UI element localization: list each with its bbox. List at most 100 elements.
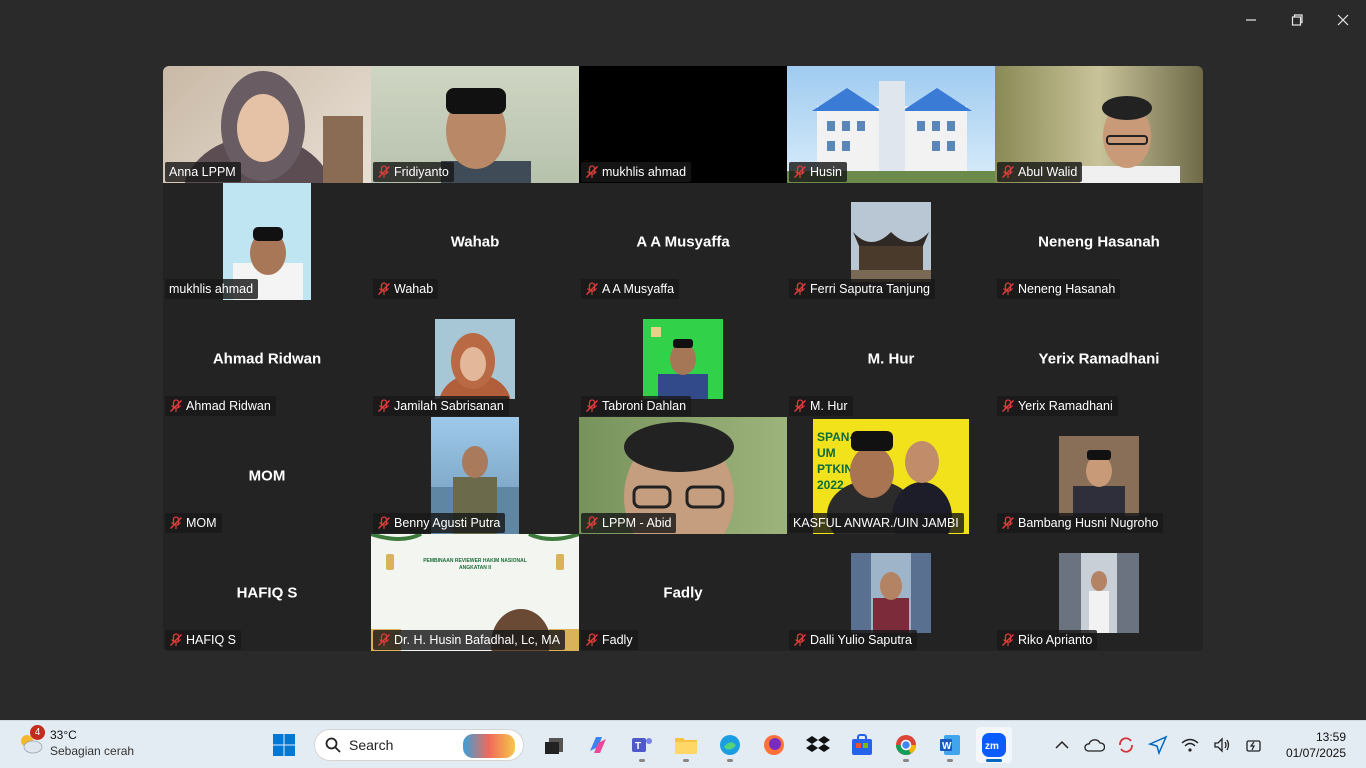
participant-tile[interactable]: LPPM - Abid [579,417,787,534]
taskbar-apps: Search T W zm [262,727,1016,763]
participant-name-label: Fadly [581,630,638,650]
participant-tile[interactable]: mukhlis ahmad [163,183,371,300]
mic-muted-icon [1001,399,1015,413]
mic-muted-icon [377,633,391,647]
firefox-button[interactable] [756,727,792,763]
task-view-button[interactable] [536,727,572,763]
participant-display-name: Fadly [663,584,703,601]
mic-muted-icon [169,399,183,413]
participant-name: Yerix Ramadhani [1018,399,1113,413]
wifi-button[interactable] [1174,729,1206,761]
participant-tile[interactable]: MOM MOM [163,417,371,534]
edge-button[interactable] [712,727,748,763]
participant-name-label: Husin [789,162,847,182]
svg-text:UM: UM [817,446,836,460]
participant-name: Jamilah Sabrisanan [394,399,504,413]
participant-name-label: Neneng Hasanah [997,279,1121,299]
participant-tile[interactable]: A A Musyaffa A A Musyaffa [579,183,787,300]
participant-tile[interactable]: Benny Agusti Putra [371,417,579,534]
participant-name: mukhlis ahmad [602,165,687,179]
weather-widget[interactable]: 4 33°C Sebagian cerah [16,725,134,759]
word-button[interactable]: W [932,727,968,763]
teams-button[interactable]: T [624,727,660,763]
participant-name-label: KASFUL ANWAR./UIN JAMBI [789,513,964,533]
svg-text:PTKIN: PTKIN [817,462,853,476]
search-box[interactable]: Search [314,729,524,761]
edge-icon [720,735,740,755]
participant-tile[interactable]: Neneng Hasanah Neneng Hasanah [995,183,1203,300]
participant-name-label: Bambang Husni Nugroho [997,513,1164,533]
mic-muted-icon [1001,516,1015,530]
participant-tile[interactable]: Yerix Ramadhani Yerix Ramadhani [995,300,1203,417]
chrome-button[interactable] [888,727,924,763]
close-icon [1337,14,1349,26]
participant-tile[interactable]: Ferri Saputra Tanjung [787,183,995,300]
search-highlight-art [463,734,515,758]
mic-muted-icon [585,399,599,413]
onedrive-button[interactable] [1078,729,1110,761]
participant-name: Ferri Saputra Tanjung [810,282,930,296]
cloud-icon [1084,739,1105,752]
start-button[interactable] [266,727,302,763]
participant-name: Bambang Husni Nugroho [1018,516,1159,530]
participant-name: Fadly [602,633,633,647]
file-explorer-button[interactable] [668,727,704,763]
participant-tile[interactable]: mukhlis ahmad [579,66,787,183]
participant-tile[interactable]: Husin [787,66,995,183]
participant-tile[interactable]: PEMBINAAN REVIEWER HAKIM NASIONAL ANGKATA… [371,534,579,651]
participant-tile[interactable]: Wahab Wahab [371,183,579,300]
restore-button[interactable] [1274,0,1320,40]
mic-muted-icon [377,399,391,413]
participant-tile[interactable]: Fridiyanto [371,66,579,183]
participant-name: KASFUL ANWAR./UIN JAMBI [793,516,959,530]
mic-muted-icon [793,165,807,179]
participant-name-label: Ferri Saputra Tanjung [789,279,935,299]
battery-button[interactable] [1238,729,1270,761]
svg-text:SPAN-: SPAN- [817,430,853,444]
close-button[interactable] [1320,0,1366,40]
participant-name: LPPM - Abid [602,516,672,530]
copilot-button[interactable] [580,727,616,763]
clock[interactable]: 13:59 01/07/2025 [1286,729,1346,761]
participant-tile[interactable]: Bambang Husni Nugroho [995,417,1203,534]
participant-tile[interactable]: Jamilah Sabrisanan [371,300,579,417]
clock-time: 13:59 [1315,730,1346,744]
participant-tile[interactable]: Tabroni Dahlan [579,300,787,417]
participant-tile[interactable]: M. Hur M. Hur [787,300,995,417]
gallery-view: Anna LPPM Fridiyanto mukhlis ahmad Husin Abu… [163,66,1203,651]
word-icon: W [940,735,960,755]
participant-tile[interactable]: Fadly Fadly [579,534,787,651]
participant-tile[interactable]: SPAN- UM PTKIN 2022 KASFUL ANWAR./UIN JAMBI [787,417,995,534]
participant-display-name: Ahmad Ridwan [212,350,322,367]
participant-name-label: Jamilah Sabrisanan [373,396,509,416]
participant-tile[interactable]: HAFIQ S HAFIQ S [163,534,371,651]
participant-name: M. Hur [810,399,848,413]
participant-tile[interactable]: Ahmad Ridwan Ahmad Ridwan [163,300,371,417]
participant-tile[interactable]: Abul Walid [995,66,1203,183]
participant-tile[interactable]: Anna LPPM [163,66,371,183]
participant-name: mukhlis ahmad [169,282,254,296]
teams-icon: T [632,738,652,752]
svg-text:ANGKATAN II: ANGKATAN II [459,565,492,571]
dropbox-button[interactable] [800,727,836,763]
participant-name: Riko Aprianto [1018,633,1093,647]
location-button[interactable] [1142,729,1174,761]
mic-muted-icon [169,633,183,647]
sync-button[interactable] [1110,729,1142,761]
volume-button[interactable] [1206,729,1238,761]
participant-tile[interactable]: Riko Aprianto [995,534,1203,651]
zoom-button[interactable]: zm [976,727,1012,763]
sync-icon [1119,737,1133,753]
participant-name-label: Ahmad Ridwan [165,396,276,416]
participant-tile[interactable]: Dalli Yulio Saputra [787,534,995,651]
minimize-button[interactable] [1228,0,1274,40]
participant-name: A A Musyaffa [602,282,675,296]
taskbar: 4 33°C Sebagian cerah Search T W zm 13:5… [0,720,1366,768]
participant-name: Benny Agusti Putra [394,516,501,530]
mic-muted-icon [377,165,391,179]
search-icon [325,737,341,753]
participant-name: Anna LPPM [169,165,236,179]
store-button[interactable] [844,727,880,763]
show-hidden-icons-button[interactable] [1046,729,1078,761]
svg-text:PEMBINAAN REVIEWER HAKIM NASIO: PEMBINAAN REVIEWER HAKIM NASIONAL [423,558,527,564]
